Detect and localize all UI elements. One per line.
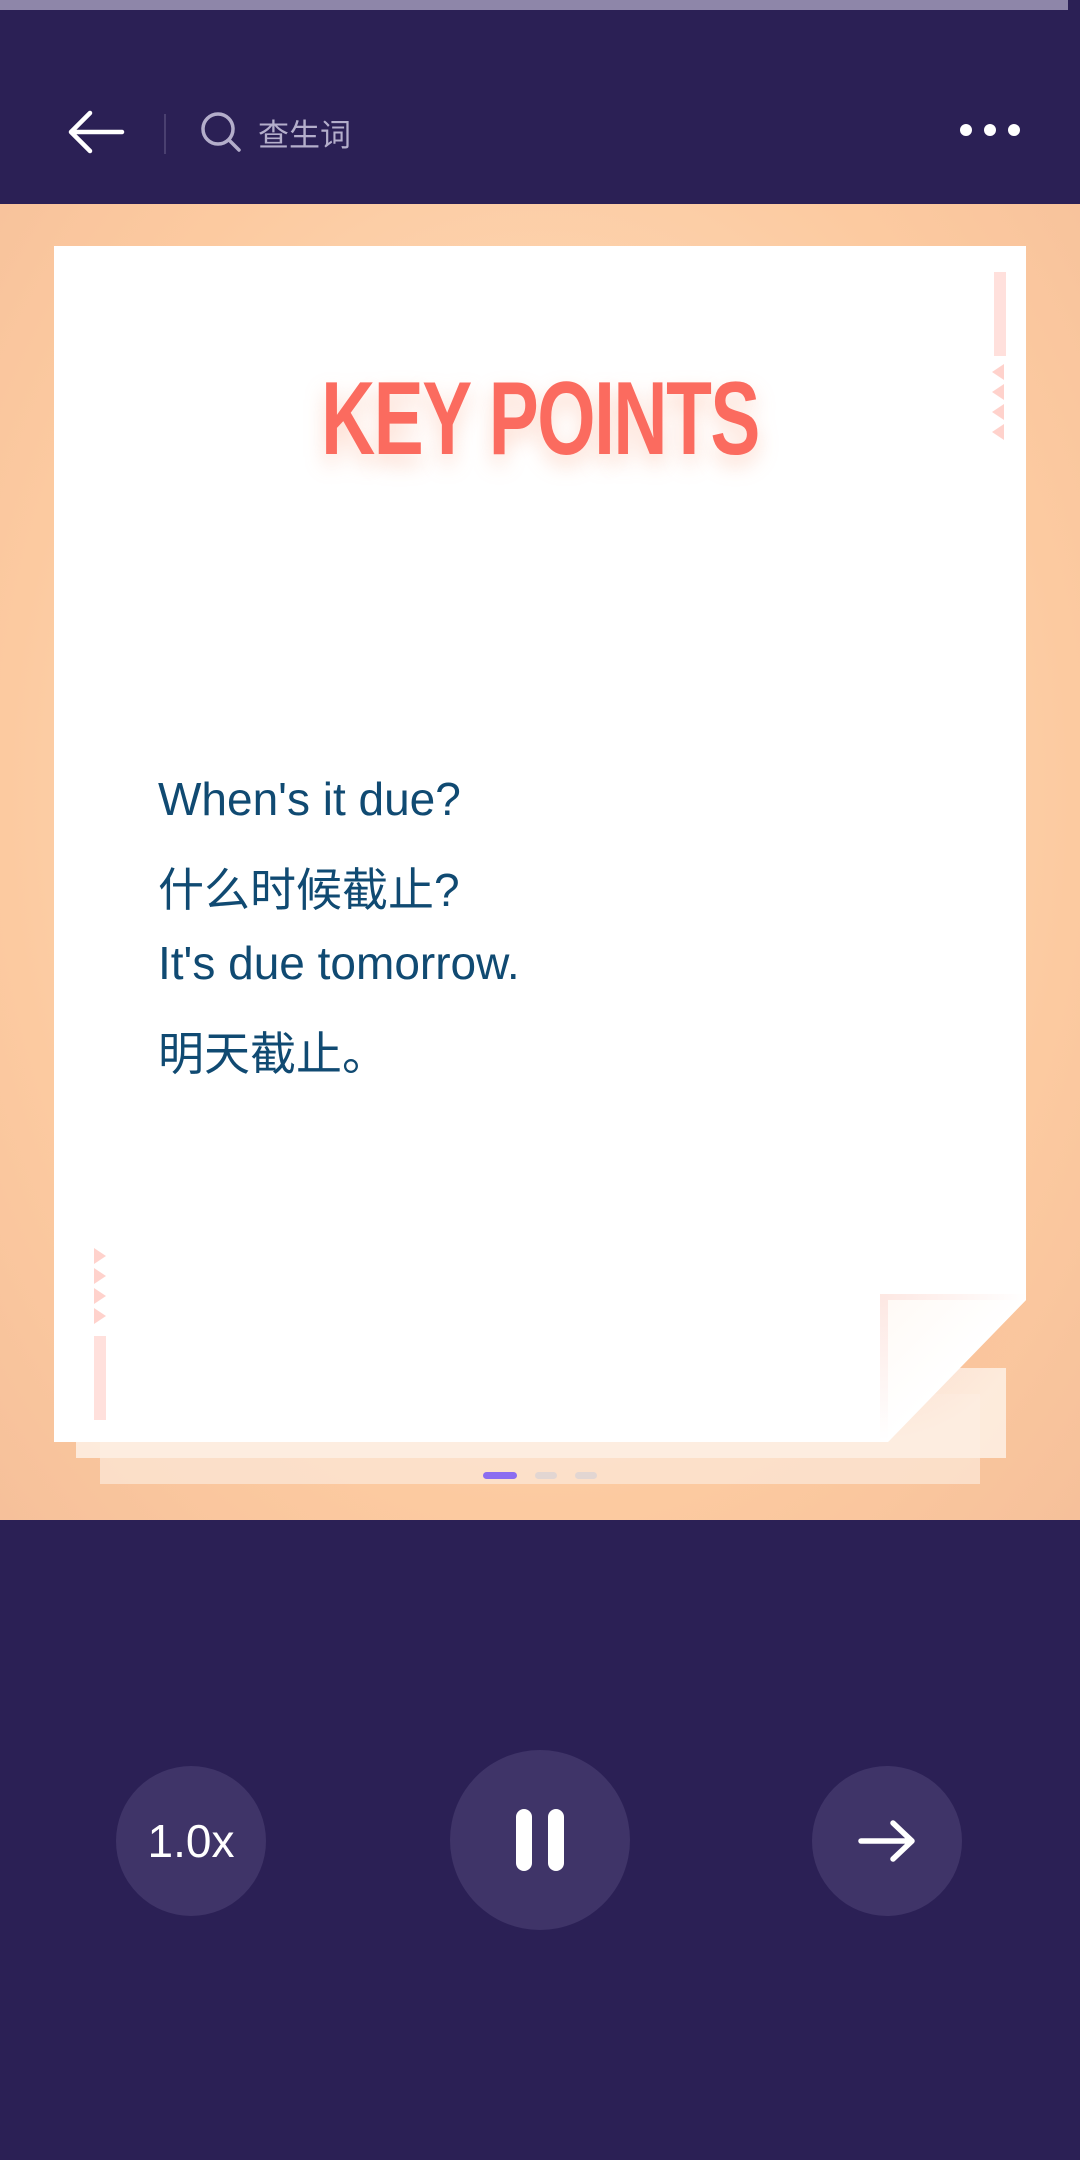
arrow-right-icon bbox=[858, 1820, 915, 1862]
back-button[interactable] bbox=[60, 104, 132, 160]
pause-bar bbox=[548, 1809, 564, 1871]
pause-icon bbox=[516, 1809, 564, 1871]
pause-bar bbox=[516, 1809, 532, 1871]
more-dot bbox=[984, 124, 996, 136]
more-dots-icon bbox=[960, 124, 972, 136]
pause-button[interactable] bbox=[450, 1750, 630, 1930]
card-decoration bbox=[94, 1288, 106, 1304]
page-dot-active bbox=[483, 1472, 517, 1479]
card-title: KEY POINTS bbox=[321, 361, 760, 477]
playback-speed-label: 1.0x bbox=[147, 1815, 235, 1867]
card-decoration bbox=[94, 1336, 106, 1420]
page-indicator bbox=[0, 1472, 1080, 1479]
phrase-line: 什么时候截止? bbox=[158, 864, 460, 916]
phrase-line: When's it due? bbox=[158, 773, 461, 825]
playback-speed-button[interactable]: 1.0x bbox=[116, 1766, 266, 1916]
more-options-button[interactable] bbox=[950, 108, 1030, 152]
card-decoration bbox=[994, 272, 1006, 356]
search-icon bbox=[201, 112, 241, 152]
lesson-progress-bar bbox=[0, 0, 1080, 10]
more-dot bbox=[1008, 124, 1020, 136]
lesson-progress-fill bbox=[0, 0, 1068, 10]
next-button[interactable] bbox=[812, 1766, 962, 1916]
card-decoration bbox=[992, 404, 1004, 420]
card-decoration bbox=[992, 424, 1004, 440]
header-divider bbox=[164, 114, 166, 154]
card-decoration bbox=[94, 1248, 106, 1264]
card-decoration bbox=[992, 384, 1004, 400]
word-lookup-button[interactable]: 查生词 bbox=[200, 102, 351, 162]
back-arrow-icon bbox=[68, 110, 125, 154]
card-decoration bbox=[94, 1268, 106, 1284]
lesson-card-area: KEY POINTS When's it due? 什么时候截止? It's d… bbox=[0, 204, 1080, 1520]
phrase-line: 明天截止。 bbox=[158, 1028, 388, 1080]
lesson-screen: 查生词 KEY POINTS When's it due? 什么时候截止? It… bbox=[0, 0, 1080, 2160]
card-decoration bbox=[992, 364, 1004, 380]
page-dot bbox=[575, 1472, 597, 1479]
word-lookup-label: 查生词 bbox=[258, 117, 351, 154]
top-bar: 查生词 bbox=[0, 60, 1080, 204]
phrase-line: It's due tomorrow. bbox=[158, 937, 520, 989]
card-decoration bbox=[94, 1308, 106, 1324]
page-dot bbox=[535, 1472, 557, 1479]
